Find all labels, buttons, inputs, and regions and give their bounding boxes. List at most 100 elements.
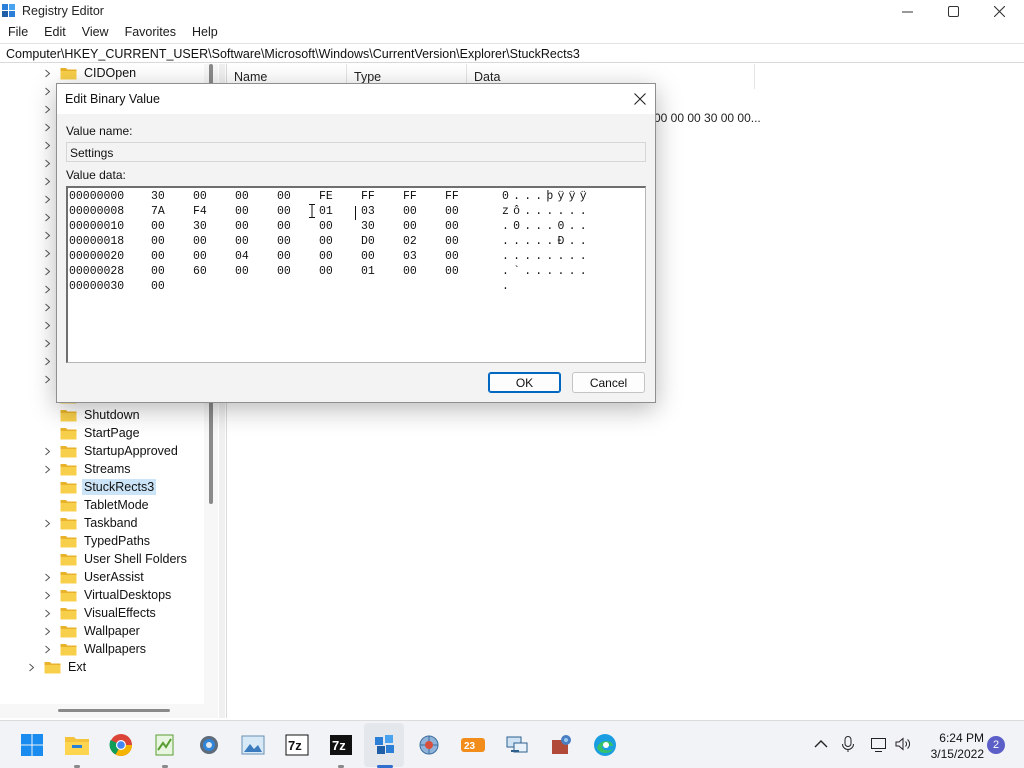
ascii-column[interactable]: ........ xyxy=(502,250,591,263)
cancel-button[interactable]: Cancel xyxy=(572,372,645,393)
hex-byte[interactable]: FE xyxy=(319,190,333,203)
hex-row[interactable]: 00000010 00 30 00 00 00 30 00 00 .0...0.. xyxy=(68,220,638,235)
tree-item[interactable]: User Shell Folders xyxy=(42,550,189,568)
tree-item-collapsed[interactable] xyxy=(42,262,52,280)
tree-item[interactable]: CIDOpen xyxy=(42,64,138,82)
tree-item-collapsed[interactable] xyxy=(42,226,52,244)
hex-byte[interactable]: 00 xyxy=(445,220,459,233)
hex-byte[interactable]: 02 xyxy=(403,235,417,248)
tree-item[interactable]: VirtualDesktops xyxy=(42,586,173,604)
chevron-right-icon[interactable] xyxy=(26,658,36,676)
hex-byte[interactable]: 7A xyxy=(151,205,165,218)
tree-item-collapsed[interactable] xyxy=(42,82,52,100)
hex-byte[interactable]: 00 xyxy=(319,235,333,248)
chevron-right-icon[interactable] xyxy=(42,334,52,352)
hex-byte[interactable]: 00 xyxy=(403,220,417,233)
chevron-right-icon[interactable] xyxy=(42,226,52,244)
chevron-right-icon[interactable] xyxy=(42,82,52,100)
tree-item[interactable]: TypedPaths xyxy=(42,532,152,550)
close-button[interactable] xyxy=(976,0,1022,22)
hex-byte[interactable]: 00 xyxy=(235,205,249,218)
hex-row[interactable]: 00000000 30 00 00 00 FE FF FF FF 0...þÿÿÿ xyxy=(68,190,638,205)
hex-byte[interactable]: 00 xyxy=(151,280,165,293)
chevron-right-icon[interactable] xyxy=(42,640,52,658)
app-button[interactable]: 23 xyxy=(459,731,487,759)
hex-row[interactable]: 00000030 00. xyxy=(68,280,638,295)
tree-item[interactable]: Shutdown xyxy=(42,406,142,424)
hex-byte[interactable]: 60 xyxy=(193,265,207,278)
hex-row[interactable]: 00000018 00 00 00 00 00 D0 02 00 .....Ð.. xyxy=(68,235,638,250)
menu-favorites[interactable]: Favorites xyxy=(117,22,184,42)
dialog-close-button[interactable] xyxy=(627,88,653,110)
address-bar[interactable]: Computer\HKEY_CURRENT_USER\Software\Micr… xyxy=(0,43,1024,63)
network-tray-icon[interactable] xyxy=(870,735,888,753)
tree-item[interactable]: StartupApproved xyxy=(42,442,180,460)
hex-byte[interactable]: 30 xyxy=(151,190,165,203)
tree-item[interactable]: StuckRects3 xyxy=(42,478,157,496)
tree-item-collapsed[interactable] xyxy=(42,334,52,352)
chevron-right-icon[interactable] xyxy=(42,460,52,478)
remote-desktop-button[interactable] xyxy=(503,731,531,759)
chrome-button[interactable] xyxy=(107,731,135,759)
menu-file[interactable]: File xyxy=(0,22,36,42)
clock-date[interactable]: 3/15/2022 xyxy=(920,747,984,761)
hex-byte[interactable]: 00 xyxy=(235,220,249,233)
7zip-button[interactable]: 7z xyxy=(283,731,311,759)
hex-byte[interactable]: 01 xyxy=(361,265,375,278)
hex-byte[interactable]: 00 xyxy=(151,250,165,263)
hex-byte[interactable]: 00 xyxy=(193,190,207,203)
value-data-cell[interactable]: 00 00 00 30 00 00... xyxy=(654,111,761,125)
hex-byte[interactable]: 00 xyxy=(151,235,165,248)
tree-item-collapsed[interactable] xyxy=(42,208,52,226)
ok-button[interactable]: OK xyxy=(488,372,561,393)
hex-byte[interactable]: 00 xyxy=(319,220,333,233)
settings-button[interactable] xyxy=(195,731,223,759)
tree-item[interactable]: UserAssist xyxy=(42,568,146,586)
tree-hscroll-thumb[interactable] xyxy=(58,709,170,712)
tree-item[interactable]: VisualEffects xyxy=(42,604,158,622)
tree-item[interactable]: StartPage xyxy=(42,424,142,442)
tree-item-collapsed[interactable] xyxy=(42,172,52,190)
chevron-right-icon[interactable] xyxy=(42,568,52,586)
hex-row[interactable]: 00000028 00 60 00 00 00 01 00 00 .`...... xyxy=(68,265,638,280)
tree-horizontal-scrollbar[interactable] xyxy=(0,704,218,718)
ascii-column[interactable]: .....Ð.. xyxy=(502,235,591,248)
chevron-right-icon[interactable] xyxy=(42,622,52,640)
hex-byte[interactable]: 00 xyxy=(319,265,333,278)
minimize-button[interactable] xyxy=(884,0,930,22)
registry-editor-button[interactable] xyxy=(371,731,399,759)
hex-byte[interactable]: 00 xyxy=(445,250,459,263)
tree-item-collapsed[interactable] xyxy=(42,370,52,388)
hex-row[interactable]: 00000020 00 00 04 00 00 00 03 00........ xyxy=(68,250,638,265)
tree-item-collapsed[interactable] xyxy=(42,316,52,334)
hex-byte[interactable]: 30 xyxy=(193,220,207,233)
tree-item[interactable]: Wallpapers xyxy=(42,640,148,658)
start-button[interactable] xyxy=(18,731,46,759)
tree-item[interactable]: Streams xyxy=(42,460,133,478)
hex-byte[interactable]: 00 xyxy=(403,265,417,278)
hex-row[interactable]: 00000008 7A F4 00 00 01 03 00 00 zô...... xyxy=(68,205,638,220)
tree-item-collapsed[interactable] xyxy=(42,280,52,298)
chevron-right-icon[interactable] xyxy=(42,280,52,298)
tree-item-collapsed[interactable] xyxy=(42,154,52,172)
tree-item-collapsed[interactable] xyxy=(42,244,52,262)
chevron-right-icon[interactable] xyxy=(42,316,52,334)
hex-byte[interactable]: 00 xyxy=(235,190,249,203)
hex-byte[interactable]: 00 xyxy=(277,220,291,233)
hex-byte[interactable]: 00 xyxy=(193,250,207,263)
notification-badge[interactable]: 2 xyxy=(987,736,1005,754)
hex-byte[interactable]: 00 xyxy=(319,250,333,263)
hex-byte[interactable]: 30 xyxy=(361,220,375,233)
chevron-right-icon[interactable] xyxy=(42,370,52,388)
chevron-right-icon[interactable] xyxy=(42,100,52,118)
hex-byte[interactable]: 00 xyxy=(193,235,207,248)
hex-byte[interactable]: 00 xyxy=(277,235,291,248)
chevron-right-icon[interactable] xyxy=(42,262,52,280)
chevron-right-icon[interactable] xyxy=(42,604,52,622)
hex-editor[interactable]: 00000000 30 00 00 00 FE FF FF FF 0...þÿÿÿ 00000008… xyxy=(66,186,646,363)
menu-edit[interactable]: Edit xyxy=(36,22,74,42)
chevron-right-icon[interactable] xyxy=(42,244,52,262)
chevron-right-icon[interactable] xyxy=(42,586,52,604)
chevron-right-icon[interactable] xyxy=(42,190,52,208)
hex-byte[interactable]: 01 xyxy=(319,205,333,218)
